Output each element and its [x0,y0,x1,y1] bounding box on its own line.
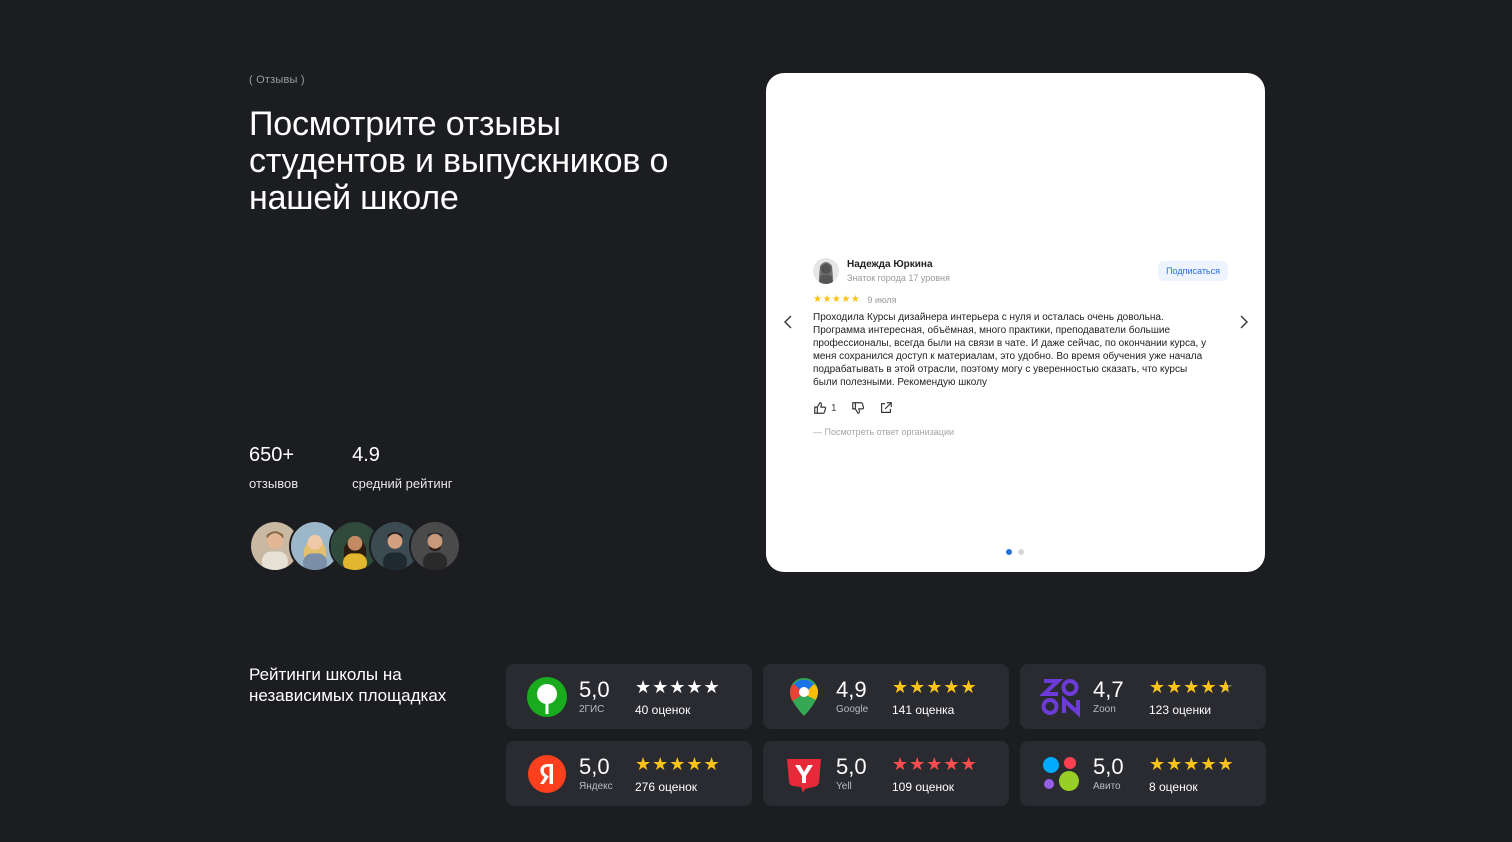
subscribe-button[interactable]: Подписаться [1158,261,1228,281]
platform-card-yell[interactable]: 5,0 Yell ★★★★★ 109 оценок [763,741,1009,806]
section-tag: ( Отзывы ) [249,74,305,86]
yandex-logo-icon [526,753,568,795]
platform-count: 141 оценка [892,702,955,717]
review-card: Надежда Юркина Знаток города 17 уровня П… [766,73,1265,572]
platform-name: Google [836,704,869,715]
platform-score: 5,0 [579,754,610,779]
like-button[interactable]: 1 [813,401,837,415]
platform-stars: ★★★★★ [1149,753,1235,774]
platform-score: 5,0 [579,677,610,702]
2gis-logo-icon [526,676,568,718]
share-icon [880,402,892,413]
platform-stars: ★★★★★ [635,753,721,774]
platform-score: 5,0 [1093,754,1124,779]
organization-reply-link[interactable]: — Посмотреть ответ организации [813,427,1228,437]
review-content: Надежда Юркина Знаток города 17 уровня П… [813,258,1228,437]
avito-logo-icon [1040,753,1082,795]
reviewer-level: Знаток города 17 уровня [847,272,950,283]
review-text: Проходила Курсы дизайнера интерьера с ну… [813,312,1207,388]
stat-value: 650+ [249,444,295,466]
reviewer-info: Надежда Юркина Знаток города 17 уровня [847,259,950,284]
google-maps-logo-icon [783,676,825,718]
platform-name: Авито [1093,781,1121,792]
share-button[interactable] [879,401,893,415]
platform-score: 5,0 [836,754,867,779]
reviewer-name: Надежда Юркина [847,258,933,270]
platform-stars: ★★★★★ [635,676,721,697]
platform-count: 8 оценок [1149,779,1198,794]
platform-name: Zoon [1093,704,1116,715]
review-meta: ★★★★★ 9 июля [813,294,1228,305]
page-title: Посмотрите отзывы студентов и выпускнико… [249,105,669,217]
carousel-next-button[interactable] [1234,312,1254,332]
platform-count: 40 оценок [635,702,691,717]
stat-label: средний рейтинг [352,476,453,491]
ratings-title: Рейтинги школы на независимых площадках [249,665,447,705]
platform-count: 109 оценок [892,779,954,794]
review-date: 9 июля [867,294,897,305]
platform-stars: ★★★★★ ★ [1149,677,1235,697]
platform-card-google[interactable]: 4,9 Google ★★★★★ 141 оценка [763,664,1009,729]
partial-star: ★ ★ [1217,676,1235,697]
stat-rating: 4.9 средний рейтинг [352,444,452,491]
carousel-dots [1006,549,1024,555]
chevron-right-icon [1240,315,1248,329]
stat-reviews: 650+ отзывов [249,444,298,491]
stats-block: 650+ отзывов 4.9 средний рейтинг [249,444,453,491]
review-stars: ★★★★★ [813,294,861,305]
platform-name: Яндекс [579,781,613,792]
platform-card-yandex[interactable]: 5,0 Яндекс ★★★★★ 276 оценок [506,741,752,806]
zoon-logo-icon [1040,676,1082,718]
review-actions: 1 [813,401,1228,415]
platform-card-2gis[interactable]: 5,0 2ГИС ★★★★★ 40 оценок [506,664,752,729]
avatar [409,520,461,572]
thumbs-down-icon [851,402,864,414]
platform-stars: ★★★★★ [892,753,978,774]
platform-score: 4,7 [1093,677,1124,702]
thumbs-up-icon [814,402,827,414]
platform-score: 4,9 [836,677,867,702]
platform-stars: ★★★★★ [892,676,978,697]
dislike-button[interactable] [851,401,865,415]
platform-name: Yell [836,781,852,792]
yell-logo-icon [783,753,825,795]
carousel-prev-button[interactable] [778,312,798,332]
student-avatars [249,520,461,572]
platform-stars-full: ★★★★ [1149,676,1218,697]
platform-card-zoon[interactable]: 4,7 Zoon ★★★★★ ★ 123 оценки [1020,664,1266,729]
platform-count: 123 оценки [1149,702,1212,717]
stat-value: 4.9 [352,444,380,466]
platform-name: 2ГИС [579,704,605,715]
like-count: 1 [831,402,837,414]
carousel-dot-2[interactable] [1018,549,1024,555]
platform-card-avito[interactable]: 5,0 Авито ★★★★★ 8 оценок [1020,741,1266,806]
reviewer-avatar [813,258,839,284]
stat-label: отзывов [249,476,299,491]
platform-count: 276 оценок [635,779,697,794]
review-header: Надежда Юркина Знаток города 17 уровня П… [813,258,1228,284]
carousel-dot-1[interactable] [1006,549,1012,555]
chevron-left-icon [784,315,792,329]
